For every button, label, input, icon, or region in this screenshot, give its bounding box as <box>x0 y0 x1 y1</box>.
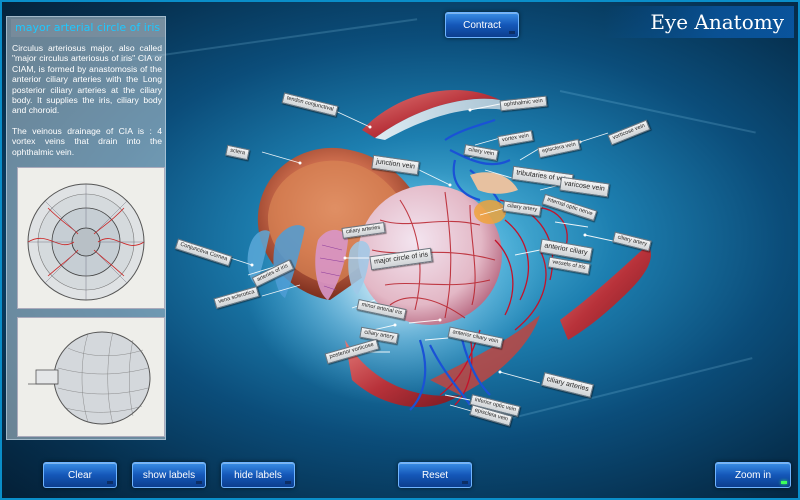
clear-indicator <box>107 481 113 484</box>
zoom-in-button[interactable]: Zoom in <box>715 462 791 488</box>
clear-button-label: Clear <box>68 470 92 481</box>
reset-button[interactable]: Reset <box>398 462 472 488</box>
contract-button-label: Contract <box>463 20 501 31</box>
app-title: Eye Anatomy <box>650 10 784 34</box>
zoom-in-indicator <box>781 481 787 484</box>
hide-labels-button-label: hide labels <box>234 470 282 481</box>
show-labels-button[interactable]: show labels <box>132 462 206 488</box>
info-panel-title: mayor arterial circle of iris <box>11 19 165 37</box>
info-paragraph-1: Circulus arteriosus major, also called "… <box>12 43 162 116</box>
eyeball-anatomy-thumbnail[interactable] <box>17 317 165 437</box>
contract-indicator <box>509 31 515 34</box>
contract-button[interactable]: Contract <box>445 12 519 38</box>
show-labels-indicator <box>196 481 202 484</box>
hide-labels-button[interactable]: hide labels <box>221 462 295 488</box>
zoom-in-button-label: Zoom in <box>734 470 772 481</box>
show-labels-button-label: show labels <box>142 470 196 481</box>
info-panel-description: Circulus arteriosus major, also called "… <box>12 43 162 167</box>
iris-anatomy-thumbnail[interactable] <box>17 167 165 309</box>
iris-drawing-icon <box>27 183 145 301</box>
info-paragraph-2: The veinous drainage of CIA is : 4 vorte… <box>12 125 162 157</box>
hide-labels-indicator <box>285 481 291 484</box>
info-panel: mayor arterial circle of iris Circulus a… <box>6 16 166 440</box>
clear-button[interactable]: Clear <box>43 462 117 488</box>
reset-button-label: Reset <box>421 470 449 481</box>
eyeball-drawing-icon <box>28 331 151 425</box>
reset-indicator <box>462 481 468 484</box>
